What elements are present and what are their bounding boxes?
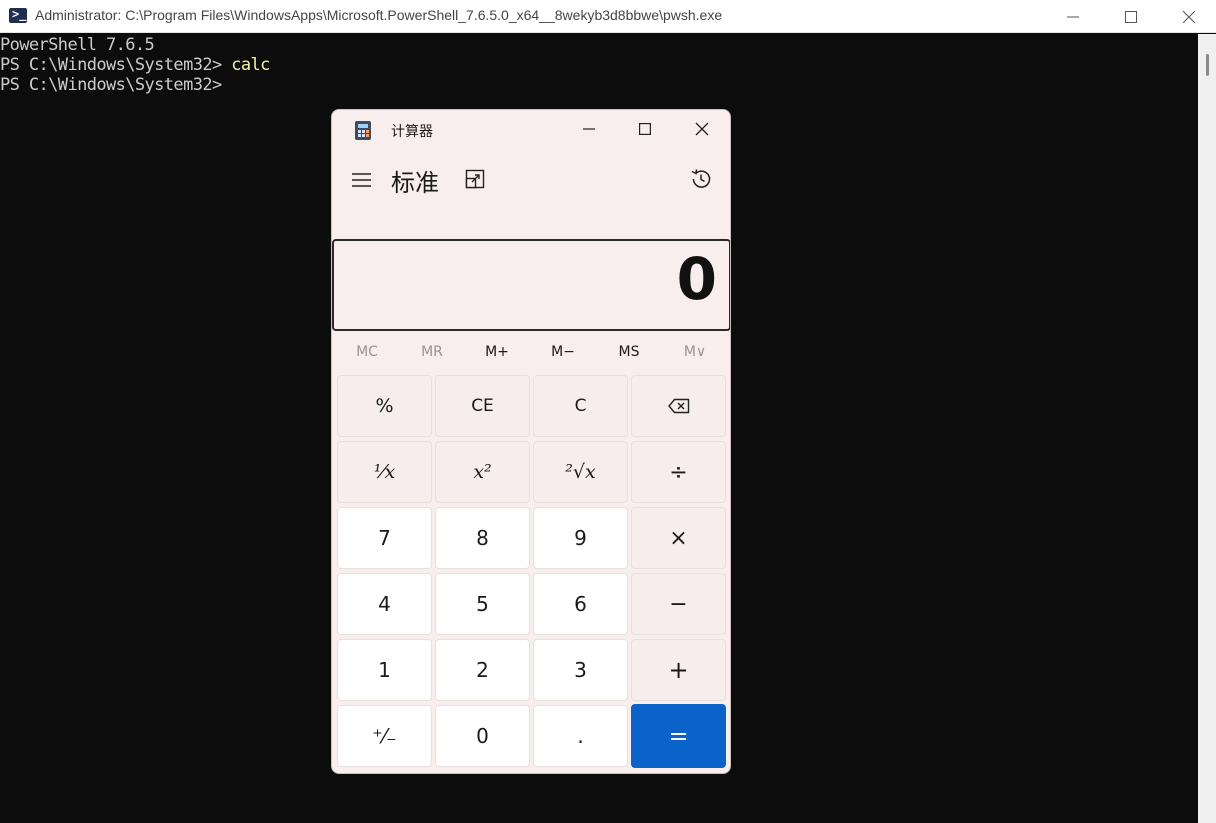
memory-subtract-button[interactable]: M− <box>530 338 596 366</box>
digit-0-button[interactable]: 0 <box>435 705 530 767</box>
calculator-maximize-button[interactable] <box>617 110 673 148</box>
backspace-button[interactable] <box>631 375 726 437</box>
history-button[interactable] <box>689 167 713 191</box>
maximize-icon <box>639 123 651 135</box>
digit-4-button[interactable]: 4 <box>337 573 432 635</box>
digit-9-button[interactable]: 9 <box>533 507 628 569</box>
digit-7-button[interactable]: 7 <box>337 507 432 569</box>
backspace-icon <box>667 398 689 414</box>
memory-list-button[interactable]: M∨ <box>662 338 728 366</box>
close-icon <box>695 122 709 136</box>
divide-button[interactable]: ÷ <box>631 441 726 503</box>
decimal-button[interactable]: . <box>533 705 628 767</box>
square-root-button[interactable]: ²√x <box>533 441 628 503</box>
close-icon <box>1183 10 1195 23</box>
keep-on-top-button[interactable] <box>464 168 486 190</box>
clear-button[interactable]: C <box>533 375 628 437</box>
digit-5-button[interactable]: 5 <box>435 573 530 635</box>
terminal-scrollbar[interactable] <box>1198 34 1216 823</box>
calculator-close-button[interactable] <box>674 110 730 148</box>
digit-6-button[interactable]: 6 <box>533 573 628 635</box>
terminal-maximize-button[interactable] <box>1102 0 1160 33</box>
terminal-title: Administrator: C:\Program Files\WindowsA… <box>35 7 723 23</box>
digit-1-button[interactable]: 1 <box>337 639 432 701</box>
terminal-close-button[interactable] <box>1160 0 1216 33</box>
digit-8-button[interactable]: 8 <box>435 507 530 569</box>
keep-on-top-icon <box>465 169 485 189</box>
terminal-prompt: PS C:\Windows\System32> <box>0 55 232 75</box>
subtract-button[interactable]: − <box>631 573 726 635</box>
navigation-menu-button[interactable] <box>350 168 374 192</box>
calculator-mode-title: 标准 <box>391 169 439 197</box>
terminal-command: calc <box>231 55 270 75</box>
digit-2-button[interactable]: 2 <box>435 639 530 701</box>
terminal-minimize-button[interactable] <box>1044 0 1102 33</box>
digit-3-button[interactable]: 3 <box>533 639 628 701</box>
reciprocal-button[interactable]: ¹⁄x <box>337 441 432 503</box>
memory-add-button[interactable]: M+ <box>464 338 530 366</box>
add-button[interactable]: + <box>631 639 726 701</box>
hamburger-icon <box>352 173 371 187</box>
negate-button[interactable]: ⁺⁄₋ <box>337 705 432 767</box>
terminal-line: PS C:\Windows\System32> calc <box>0 55 270 75</box>
terminal-line: PowerShell 7.6.5 <box>0 35 155 55</box>
history-icon <box>691 169 711 188</box>
scrollbar-thumb[interactable] <box>1206 54 1209 76</box>
percent-button[interactable]: % <box>337 375 432 437</box>
square-button[interactable]: x² <box>435 441 530 503</box>
calculator-window: 计算器 标准 0 MC MR M+ M− MS M∨ % CE C ¹⁄x x²… <box>331 109 731 774</box>
equals-button[interactable]: = <box>631 704 726 768</box>
terminal-line-text: PowerShell 7.6.5 <box>0 35 155 55</box>
clear-entry-button[interactable]: CE <box>435 375 530 437</box>
calculator-title: 计算器 <box>391 124 433 140</box>
multiply-button[interactable]: × <box>631 507 726 569</box>
memory-recall-button[interactable]: MR <box>399 338 465 366</box>
memory-clear-button[interactable]: MC <box>334 338 400 366</box>
terminal-prompt: PS C:\Windows\System32> <box>0 75 232 95</box>
minimize-icon <box>583 128 595 130</box>
display-value: 0 <box>676 245 717 313</box>
calculator-minimize-button[interactable] <box>561 110 617 148</box>
result-display: 0 <box>332 239 730 331</box>
terminal-line: PS C:\Windows\System32> <box>0 75 231 95</box>
calculator-app-icon <box>355 121 371 140</box>
memory-row: MC MR M+ M− MS M∨ <box>332 338 730 366</box>
terminal-titlebar: >_ Administrator: C:\Program Files\Windo… <box>0 0 1216 33</box>
powershell-icon: >_ <box>9 8 27 23</box>
minimize-icon <box>1067 16 1079 17</box>
maximize-icon <box>1125 10 1137 23</box>
memory-store-button[interactable]: MS <box>596 338 662 366</box>
